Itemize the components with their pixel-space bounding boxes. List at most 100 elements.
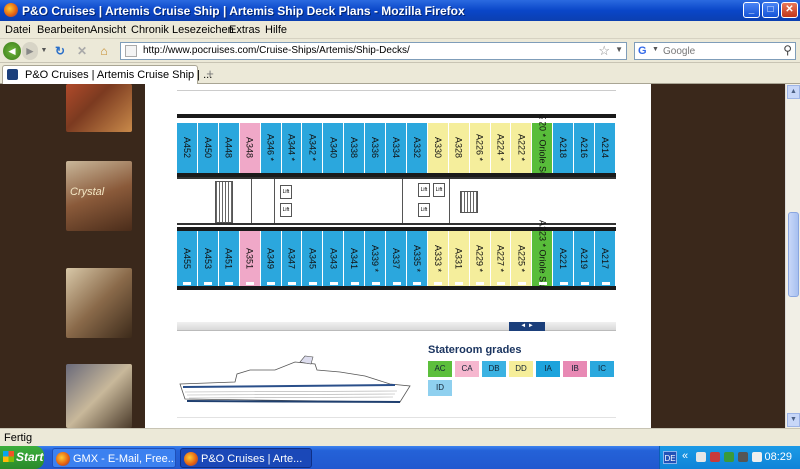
window-mark — [559, 282, 568, 285]
close-button[interactable]: ✕ — [781, 2, 798, 18]
cabin-a223[interactable]: A223 * Oriole Suite — [532, 220, 554, 290]
cabin-a216[interactable]: A216 — [574, 123, 596, 173]
scroller-handle[interactable]: ◄ ► — [509, 322, 545, 331]
history-dropdown-icon[interactable]: ▼ — [40, 42, 48, 60]
forward-button[interactable]: ► — [22, 42, 38, 60]
cabin-a221[interactable]: A221 — [553, 231, 575, 286]
new-tab-button[interactable]: + — [201, 66, 219, 82]
scrollbar-thumb[interactable] — [788, 212, 799, 297]
cabin-a342[interactable]: A342 * — [302, 123, 324, 173]
antivirus-icon[interactable] — [724, 452, 734, 462]
search-engine-dropdown-icon[interactable]: ▼ — [652, 46, 659, 53]
cabin-a227[interactable]: A227 * — [490, 231, 512, 286]
menu-chronik[interactable]: Chronik — [131, 24, 169, 36]
language-indicator[interactable]: DE — [663, 451, 677, 464]
cabin-a343[interactable]: A343 — [323, 231, 345, 286]
cabin-a332[interactable]: A332 — [406, 123, 428, 173]
cabin-a214[interactable]: A214 — [595, 123, 616, 173]
bookmark-star-icon[interactable]: ☆ — [598, 43, 610, 59]
cabin-a225[interactable]: A225 * — [511, 231, 533, 286]
network-icon[interactable] — [696, 452, 706, 462]
cabin-a448[interactable]: A448 — [218, 123, 240, 173]
grade-ia[interactable]: IA — [536, 361, 560, 377]
home-icon[interactable]: ⌂ — [96, 42, 112, 60]
url-dropdown-icon[interactable]: ▼ — [615, 45, 623, 54]
grade-ic[interactable]: IC — [590, 361, 614, 377]
cabin-a341[interactable]: A341 — [344, 231, 366, 286]
cabin-a450[interactable]: A450 — [197, 123, 219, 173]
taskbar-item-pocruises[interactable]: P&O Cruises | Arte... — [180, 448, 312, 468]
cabin-a338[interactable]: A338 — [344, 123, 366, 173]
grade-id[interactable]: ID — [428, 380, 452, 396]
cabin-a222[interactable]: A222 * — [511, 123, 533, 173]
cabin-a218[interactable]: A218 — [553, 123, 575, 173]
grade-db[interactable]: DB — [482, 361, 506, 377]
cabin-a226[interactable]: A226 * — [469, 123, 491, 173]
ship-photo-crystal-bar[interactable]: Crystal — [66, 161, 132, 231]
cabin-a335[interactable]: A335 * — [406, 231, 428, 286]
cabin-a328[interactable]: A328 — [448, 123, 470, 173]
search-box[interactable]: G ▼ Google ⚲ — [634, 42, 796, 60]
cabin-a349[interactable]: A349 — [260, 231, 282, 286]
cabin-a452[interactable]: A452 — [177, 123, 198, 173]
page-scrollbar[interactable]: ▲ ▼ — [785, 84, 800, 428]
search-icon[interactable]: ⚲ — [783, 43, 792, 57]
grade-ca[interactable]: CA — [455, 361, 479, 377]
grade-ac[interactable]: AC — [428, 361, 452, 377]
google-icon[interactable]: G — [638, 45, 651, 57]
maximize-button[interactable]: □ — [762, 2, 779, 18]
back-button[interactable]: ◄ — [3, 42, 21, 60]
cabin-a351[interactable]: A351 — [239, 231, 261, 286]
cabin-a220[interactable]: A220 * Oriole Suite — [532, 114, 554, 186]
grade-ib[interactable]: IB — [563, 361, 587, 377]
taskbar-item-gmx[interactable]: GMX - E-Mail, Free... — [52, 448, 176, 468]
tray-expand-icon[interactable]: « — [682, 450, 688, 462]
start-button[interactable]: Start — [0, 446, 44, 469]
cabin-a344[interactable]: A344 * — [281, 123, 303, 173]
grade-dd[interactable]: DD — [509, 361, 533, 377]
cabin-a331[interactable]: A331 — [448, 231, 470, 286]
cabin-a347[interactable]: A347 — [281, 231, 303, 286]
stop-icon[interactable]: ✕ — [74, 42, 90, 60]
cabin-a339[interactable]: A339 * — [365, 231, 387, 286]
cabin-a336[interactable]: A336 — [365, 123, 387, 173]
ship-photo-cabin[interactable] — [66, 268, 132, 338]
cabin-a348[interactable]: A348 — [239, 123, 261, 173]
address-bar[interactable]: http://www.pocruises.com/Cruise-Ships/Ar… — [120, 42, 627, 60]
cabin-a334[interactable]: A334 — [386, 123, 407, 173]
menu-hilfe[interactable]: Hilfe — [265, 24, 287, 36]
menu-bearbeiten[interactable]: Bearbeiten — [37, 24, 90, 36]
cabin-a229[interactable]: A229 * — [469, 231, 491, 286]
cabin-a333[interactable]: A333 * — [427, 231, 449, 286]
scroll-down-icon[interactable]: ▼ — [787, 413, 800, 427]
cabin-a340[interactable]: A340 — [323, 123, 345, 173]
scroll-up-icon[interactable]: ▲ — [787, 85, 800, 99]
cabin-a337[interactable]: A337 — [386, 231, 407, 286]
ship-photo-suite[interactable] — [66, 364, 132, 428]
cabin-a455[interactable]: A455 — [177, 231, 198, 286]
ship-photo-restaurant[interactable] — [66, 84, 132, 132]
cabin-a345[interactable]: A345 — [302, 231, 324, 286]
cabin-a224[interactable]: A224 * — [490, 123, 512, 173]
display-icon[interactable] — [738, 452, 748, 462]
tab-label: P&O Cruises | Artemis Cruise Ship | ... — [25, 69, 213, 81]
menu-lesezeichen[interactable]: Lesezeichen — [172, 24, 234, 36]
cabin-a219[interactable]: A219 — [574, 231, 596, 286]
menu-datei[interactable]: Datei — [5, 24, 31, 36]
menu-extras[interactable]: Extras — [229, 24, 260, 36]
cabin-a330[interactable]: A330 — [427, 123, 449, 173]
deck-plan-scroller[interactable]: ◄ ► — [177, 322, 616, 331]
tab-pocruises[interactable]: P&O Cruises | Artemis Cruise Ship | ... — [2, 65, 212, 84]
window-mark — [455, 119, 464, 122]
security-icon[interactable] — [710, 452, 720, 462]
cabin-a453[interactable]: A453 — [197, 231, 219, 286]
cabin-a346[interactable]: A346 * — [260, 123, 282, 173]
minimize-button[interactable]: _ — [743, 2, 760, 18]
cabin-a451[interactable]: A451 — [218, 231, 240, 286]
window-mark — [204, 282, 213, 285]
menu-ansicht[interactable]: Ansicht — [90, 24, 126, 36]
volume-icon[interactable] — [752, 452, 762, 462]
reload-icon[interactable]: ↻ — [52, 42, 68, 60]
cabin-label: A224 * — [495, 134, 506, 162]
cabin-a217[interactable]: A217 — [595, 231, 616, 286]
